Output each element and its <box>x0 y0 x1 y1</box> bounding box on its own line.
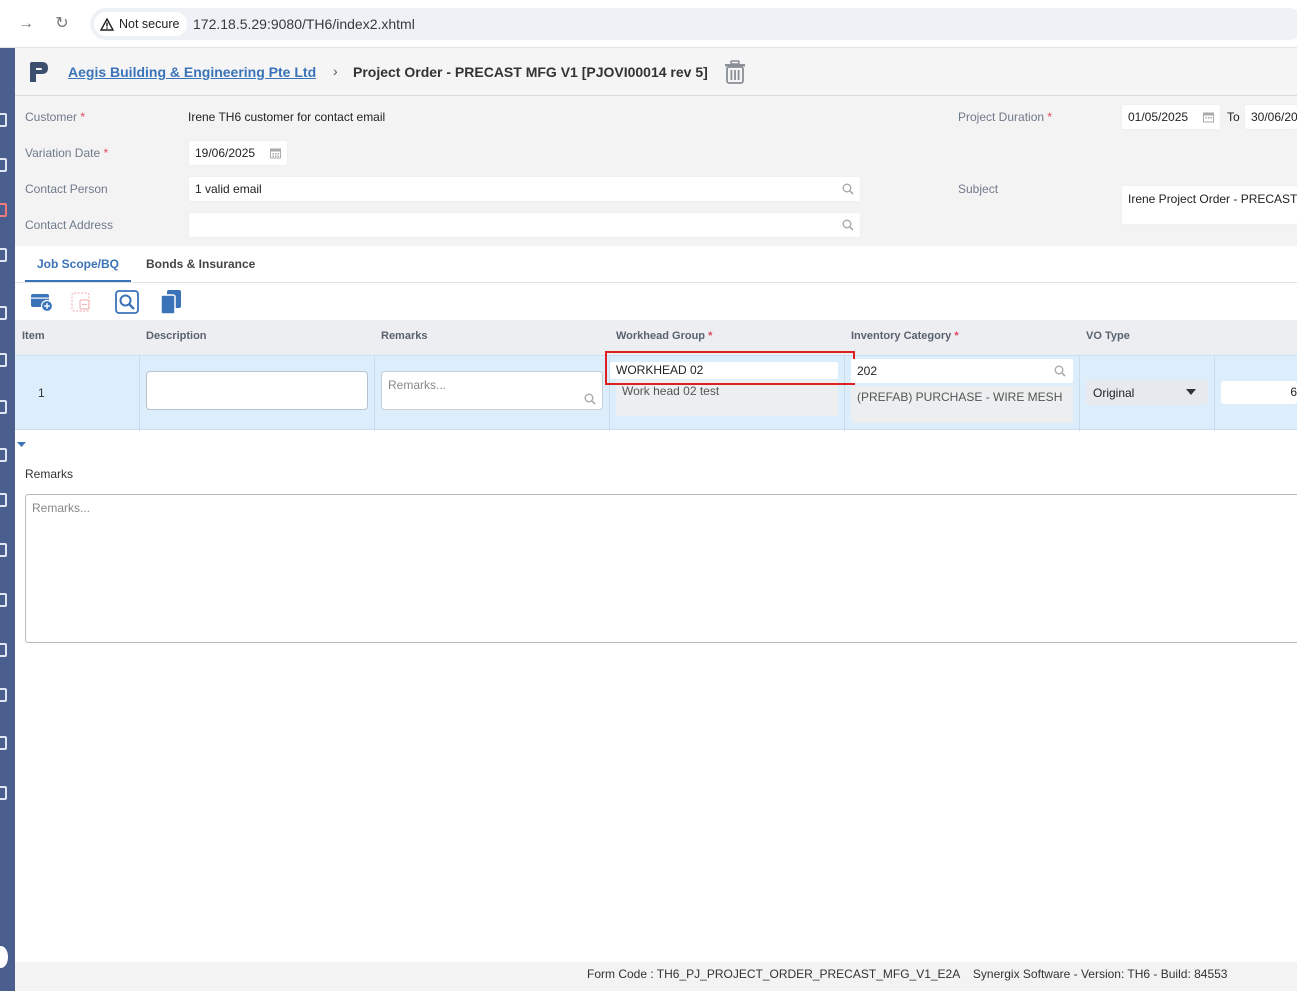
duration-from-field[interactable]: 01/05/2025 <box>1121 104 1221 130</box>
amount-value: 6 <box>1290 385 1297 399</box>
nav-icon[interactable] <box>0 736 7 750</box>
contact-person-field[interactable]: 1 valid email <box>188 176 861 202</box>
expand-caret-icon[interactable] <box>17 442 26 448</box>
chevron-down-icon <box>1186 389 1196 395</box>
footer-text: Form Code : TH6_PJ_PROJECT_ORDER_PRECAST… <box>587 967 1228 981</box>
duration-to-label: To <box>1227 110 1240 124</box>
nav-icon[interactable] <box>0 113 7 127</box>
nav-icon[interactable] <box>0 353 7 367</box>
warning-icon <box>100 17 114 31</box>
col-remarks: Remarks <box>381 330 428 342</box>
cell-divider <box>1079 356 1080 431</box>
contact-address-field[interactable] <box>188 212 861 238</box>
app-logo-icon <box>30 62 48 82</box>
vo-type-select[interactable]: Original <box>1086 380 1208 405</box>
col-workhead-group: Workhead Group * <box>616 330 713 342</box>
footer: Form Code : TH6_PJ_PROJECT_ORDER_PRECAST… <box>15 962 1297 991</box>
search-icon[interactable] <box>584 393 596 405</box>
duration-to-field[interactable]: 30/06/20 <box>1244 104 1297 130</box>
subject-value: Irene Project Order - PRECAST <box>1128 192 1297 206</box>
add-row-icon[interactable] <box>29 289 55 315</box>
nav-icon[interactable] <box>0 493 7 507</box>
nav-icon[interactable] <box>0 306 7 320</box>
contact-person-label: Contact Person <box>25 182 108 196</box>
focus-highlight <box>605 351 855 385</box>
nav-icon[interactable] <box>0 593 7 607</box>
nav-icon[interactable] <box>0 448 7 462</box>
nav-icon[interactable] <box>0 786 7 800</box>
subject-label: Subject <box>958 182 999 196</box>
security-chip[interactable]: Not secure <box>94 12 188 36</box>
nav-icon[interactable] <box>0 158 7 172</box>
remarks-placeholder: Remarks... <box>32 501 91 515</box>
calendar-icon[interactable] <box>1203 112 1214 123</box>
calendar-icon[interactable] <box>270 148 281 159</box>
row-remarks-input[interactable]: Remarks... <box>381 371 603 410</box>
delete-icon[interactable] <box>724 60 746 84</box>
forward-icon[interactable]: → <box>14 12 38 36</box>
security-label: Not secure <box>119 17 180 31</box>
inventory-category-value: 202 <box>857 364 878 378</box>
col-item: Item <box>22 330 45 342</box>
tab-bonds-insurance[interactable]: Bonds & Insurance <box>146 257 255 271</box>
cell-divider <box>139 356 140 431</box>
cell-divider <box>374 356 375 431</box>
amount-input[interactable]: 6 <box>1221 381 1297 404</box>
nav-icon[interactable] <box>0 688 7 702</box>
nav-icon[interactable] <box>0 400 7 414</box>
description-input[interactable] <box>146 371 368 410</box>
subject-field[interactable]: Irene Project Order - PRECAST <box>1121 185 1297 225</box>
col-inventory-category: Inventory Category * <box>851 330 959 342</box>
remarks-label: Remarks <box>25 467 74 481</box>
inventory-category-description: (PREFAB) PURCHASE - WIRE MESH <box>851 386 1073 423</box>
contact-person-value: 1 valid email <box>195 182 262 196</box>
breadcrumb-separator: › <box>333 63 338 79</box>
url-text: 172.18.5.29:9080/TH6/index2.xhtml <box>193 16 415 32</box>
inventory-category-input[interactable]: 202 <box>851 359 1073 383</box>
delete-row-icon[interactable] <box>69 289 95 315</box>
nav-icon[interactable] <box>0 248 7 262</box>
search-icon[interactable] <box>842 183 854 195</box>
nav-icon[interactable] <box>0 643 7 657</box>
customer-value: Irene TH6 customer for contact email <box>188 110 386 124</box>
variation-date-label: Variation Date * <box>25 146 109 160</box>
remarks-textarea[interactable]: Remarks... <box>25 494 1297 643</box>
search-icon[interactable] <box>842 219 854 231</box>
duration-from-value: 01/05/2025 <box>1128 110 1189 124</box>
nav-icon[interactable] <box>0 543 7 557</box>
search-icon[interactable] <box>114 289 140 315</box>
tab-job-scope[interactable]: Job Scope/BQ <box>25 257 131 282</box>
grid-header: Item Description Remarks Workhead Group … <box>15 320 1297 355</box>
reload-icon[interactable]: ↻ <box>50 12 74 36</box>
nav-icon[interactable] <box>0 203 7 217</box>
browser-toolbar: → ↻ Not secure 172.18.5.29:9080/TH6/inde… <box>0 0 1297 48</box>
col-description: Description <box>146 330 207 342</box>
vo-type-value: Original <box>1093 386 1135 400</box>
row-item-number: 1 <box>38 386 45 400</box>
variation-date-value: 19/06/2025 <box>195 146 256 160</box>
tab-divider <box>15 282 1297 283</box>
col-vo-type: VO Type <box>1086 330 1130 342</box>
customer-label: Customer * <box>25 110 86 124</box>
app-header: Aegis Building & Engineering Pte Ltd › P… <box>15 48 1297 96</box>
project-duration-label: Project Duration * <box>958 110 1053 124</box>
workhead-description: Work head 02 test <box>616 380 838 416</box>
cell-divider <box>1214 356 1215 431</box>
user-avatar[interactable] <box>0 946 8 968</box>
address-bar[interactable]: Not secure 172.18.5.29:9080/TH6/index2.x… <box>90 8 1297 40</box>
company-breadcrumb-link[interactable]: Aegis Building & Engineering Pte Ltd <box>68 64 316 80</box>
left-nav-rail <box>0 48 15 991</box>
row-remarks-placeholder: Remarks... <box>388 378 447 392</box>
variation-date-field[interactable]: 19/06/2025 <box>188 140 288 166</box>
page-title: Project Order - PRECAST MFG V1 [PJOVI000… <box>353 64 708 80</box>
copy-icon[interactable] <box>158 289 184 315</box>
search-icon[interactable] <box>1054 365 1066 377</box>
contact-address-label: Contact Address <box>25 218 114 232</box>
duration-to-value: 30/06/20 <box>1251 110 1297 124</box>
